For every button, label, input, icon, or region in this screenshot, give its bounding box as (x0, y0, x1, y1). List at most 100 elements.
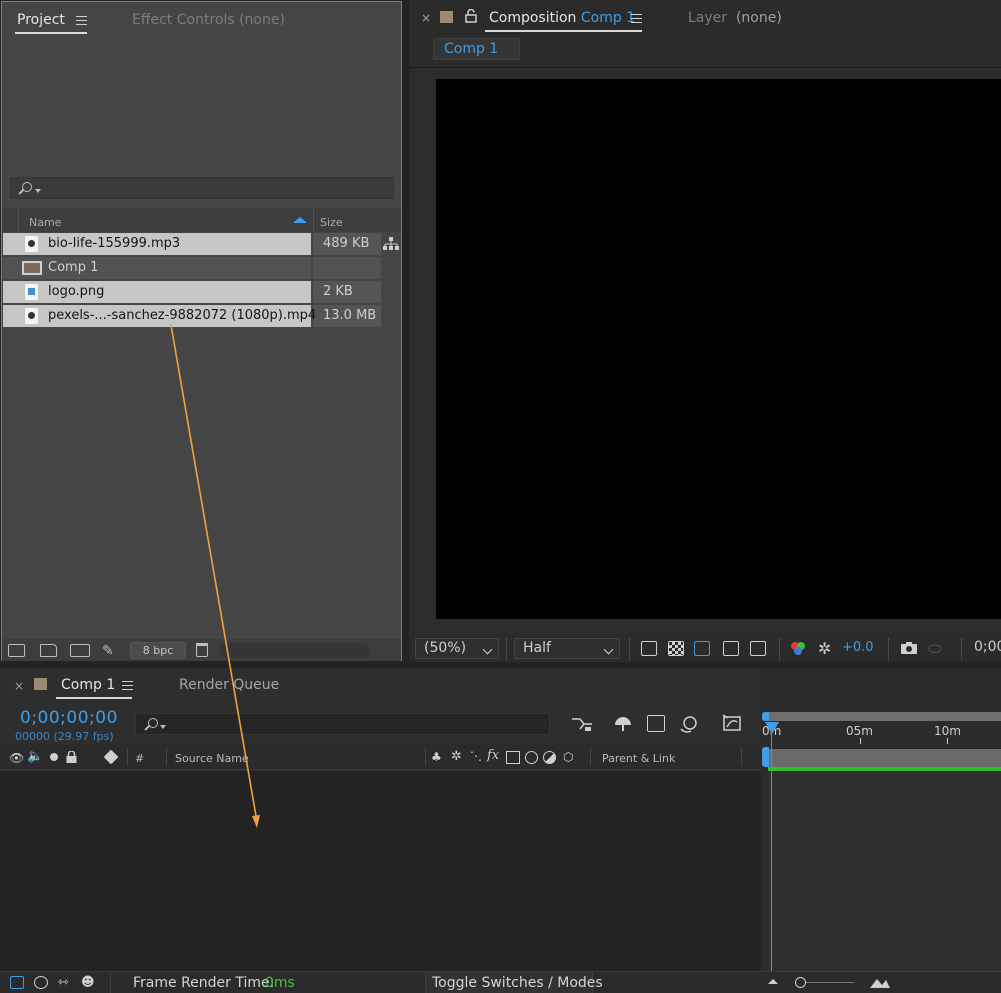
magnification-dropdown[interactable]: (50%) (415, 638, 499, 659)
playhead-handle[interactable] (765, 722, 779, 734)
image-file-icon (25, 284, 38, 300)
video-visibility-icon[interactable]: 👁 (9, 751, 24, 765)
close-tab-icon[interactable]: × (421, 11, 431, 25)
toggle-switches-modes-button[interactable]: Toggle Switches / Modes (425, 972, 603, 993)
frame-render-time-value: 0ms (265, 975, 295, 991)
frame-blending-icon[interactable] (647, 715, 665, 732)
draft-3d-icon[interactable] (613, 716, 633, 732)
toolbar-divider (961, 638, 962, 660)
work-area-start-handle[interactable] (762, 747, 769, 767)
audio-speaker-icon[interactable]: 🔈 (27, 749, 43, 764)
work-area-bar[interactable] (768, 749, 1001, 767)
adjustment-layer-icon[interactable] (543, 751, 556, 764)
zoom-slider-handle[interactable] (795, 977, 806, 988)
file-name: Comp 1 (48, 260, 99, 275)
composition-panel: × Composition Comp 1 Layer (none) Comp 1… (409, 0, 1001, 662)
time-navigator-bar[interactable] (762, 712, 1001, 721)
label-tag-icon[interactable] (103, 749, 119, 765)
project-search-input[interactable] (10, 177, 394, 199)
fast-previews-icon[interactable] (641, 641, 657, 656)
tab-composition-name: Comp 1 (580, 10, 636, 26)
timeline-time-ruler-pane: 0m 05m 10m (762, 712, 1001, 971)
shy-switch-icon[interactable]: ♣ (431, 750, 442, 764)
toolbar-divider (506, 638, 507, 660)
comp-flowchart-icon[interactable] (571, 716, 593, 732)
tab-timeline-comp-1[interactable]: Comp 1 (61, 677, 115, 693)
timeline-search-input[interactable] (135, 713, 550, 735)
column-number: # (135, 752, 145, 765)
project-menu-icon[interactable] (76, 16, 87, 25)
tab-project[interactable]: Project (17, 12, 65, 28)
exposure-value[interactable]: +0.0 (842, 640, 874, 655)
timeline-track-area[interactable] (768, 771, 1001, 971)
column-divider (313, 208, 314, 232)
quality-switch-icon[interactable]: ⋱ (470, 749, 482, 763)
tab-layer[interactable]: Layer (none) (688, 10, 782, 26)
composition-viewer[interactable] (436, 79, 1001, 619)
channel-rgb-icon[interactable] (790, 640, 806, 656)
ruler-tick (860, 738, 861, 744)
grid-guides-icon[interactable] (750, 641, 766, 656)
interpret-footage-icon[interactable] (8, 644, 25, 657)
mask-visibility-icon[interactable] (694, 641, 710, 656)
show-snapshot-icon[interactable]: ⬭ (928, 639, 942, 659)
composition-menu-icon[interactable] (631, 14, 642, 23)
column-divider (425, 748, 426, 766)
column-name-header[interactable]: Name (29, 216, 61, 229)
tab-composition-prefix: Composition (489, 10, 577, 26)
column-source-name[interactable]: Source Name (175, 752, 249, 765)
zoom-out-icon[interactable] (768, 979, 778, 984)
search-icon (148, 718, 158, 728)
column-divider (127, 748, 128, 766)
solo-dot-icon[interactable] (50, 753, 58, 761)
playhead-line[interactable] (771, 723, 772, 971)
region-of-interest-icon[interactable] (723, 641, 739, 656)
comp-subtab-comp-1[interactable]: Comp 1 (433, 38, 520, 60)
bit-depth-button[interactable]: 8 bpc (130, 642, 186, 659)
tab-effect-controls[interactable]: Effect Controls (none) (132, 12, 285, 28)
delete-trash-icon[interactable] (196, 643, 208, 657)
flowchart-icon[interactable] (383, 237, 399, 251)
timeline-current-time[interactable]: 0;00;00;00 (20, 708, 118, 728)
layer-switches-toggle-icon[interactable] (10, 976, 24, 989)
frame-blend-switch-icon[interactable] (506, 751, 520, 764)
new-folder-icon[interactable] (40, 644, 57, 657)
lock-icon[interactable] (66, 750, 77, 763)
project-settings-icon[interactable]: ✎ (102, 643, 114, 659)
transfer-controls-toggle-icon[interactable] (34, 976, 48, 989)
reset-exposure-icon[interactable]: ✲ (818, 639, 831, 658)
column-divider (741, 748, 742, 766)
3d-layer-icon[interactable]: ⬡ (563, 750, 573, 764)
collapse-switch-icon[interactable]: ✲ (451, 749, 462, 764)
resolution-dropdown[interactable]: Half (514, 638, 620, 659)
motion-blur-icon[interactable] (679, 715, 697, 733)
column-size-header[interactable]: Size (320, 216, 343, 229)
lock-icon[interactable] (465, 8, 477, 23)
effects-fx-icon[interactable]: fx (487, 748, 499, 763)
new-composition-icon[interactable] (70, 644, 90, 657)
snapshot-camera-icon[interactable] (900, 641, 918, 655)
status-divider (110, 972, 111, 993)
timeline-column-header: 👁 🔈 # Source Name ♣ ✲ ⋱ fx ⬡ Parent & Li… (0, 744, 761, 770)
timeline-menu-icon[interactable] (122, 681, 133, 690)
tab-render-queue[interactable]: Render Queue (179, 677, 279, 693)
file-size: 2 KB (323, 284, 353, 299)
in-out-toggle-icon[interactable]: ⇿ (58, 975, 69, 990)
sort-ascending-icon[interactable] (293, 217, 307, 223)
toolbar-divider (629, 638, 630, 660)
zoom-in-icon[interactable] (870, 976, 890, 988)
current-time-display[interactable]: 0;00 (974, 639, 1001, 655)
navigator-start-handle[interactable] (762, 712, 769, 721)
timeline-layers-area[interactable] (0, 771, 761, 971)
render-time-toggle-icon[interactable]: ☻ (81, 975, 95, 990)
tab-composition[interactable]: Composition Comp 1 (489, 10, 635, 26)
graph-editor-icon[interactable] (722, 714, 742, 732)
project-bottom-bar: ✎ 8 bpc (2, 639, 401, 661)
magnification-value: (50%) (424, 640, 467, 656)
motion-blur-switch-icon[interactable] (525, 751, 538, 764)
project-horizontal-scrollbar[interactable] (220, 643, 370, 658)
size-cell (313, 257, 381, 279)
close-tab-icon[interactable]: × (14, 679, 24, 693)
column-parent-link[interactable]: Parent & Link (602, 752, 675, 765)
transparency-grid-icon[interactable] (668, 641, 684, 656)
